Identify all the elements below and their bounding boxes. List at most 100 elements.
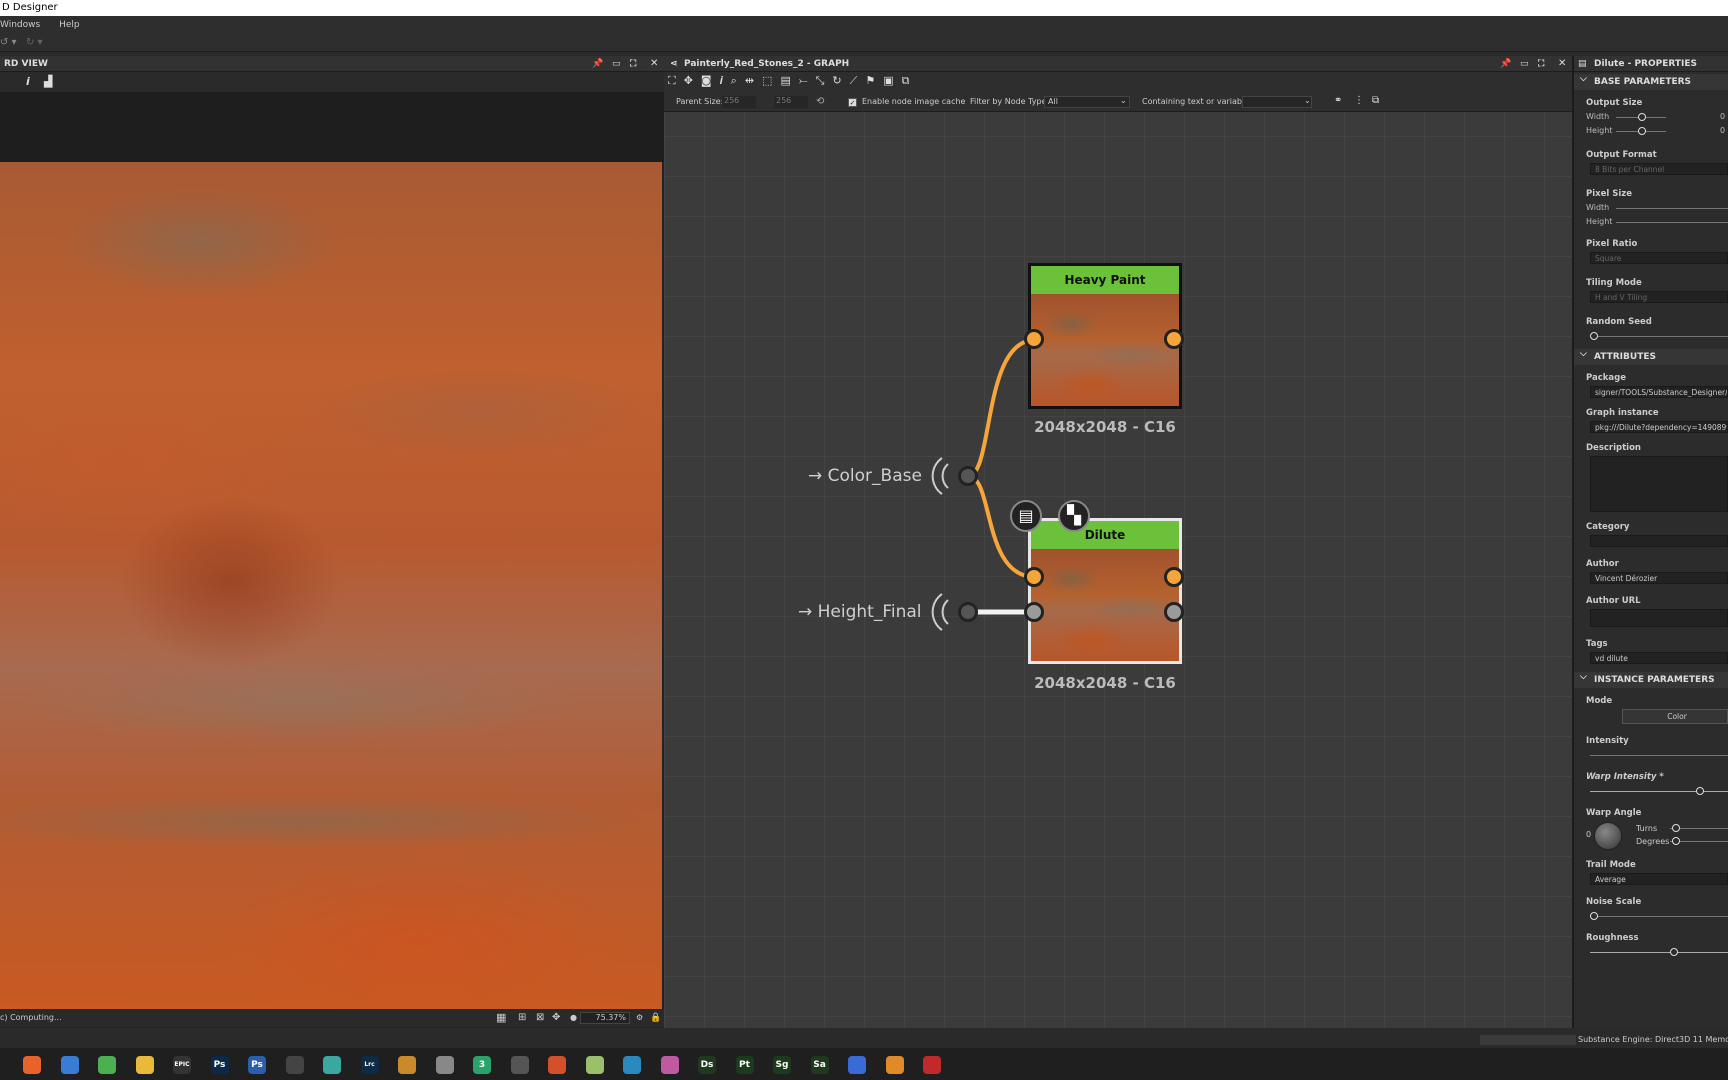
document-icon[interactable]: ▤: [1010, 500, 1042, 532]
substance-painter-icon[interactable]: Pt: [735, 1056, 754, 1074]
app6-icon[interactable]: [623, 1056, 641, 1074]
2d-view-title: RD VIEW: [4, 59, 48, 69]
random-seed-label: Random Seed: [1586, 317, 1652, 327]
restore-icon[interactable]: ▭: [612, 56, 621, 72]
davinci-icon[interactable]: [510, 1056, 529, 1074]
graph-restore-icon[interactable]: ▭: [1520, 56, 1529, 72]
parent-size-width[interactable]: 256: [722, 96, 756, 108]
app2-icon[interactable]: [398, 1056, 416, 1074]
obs-icon[interactable]: [285, 1056, 304, 1074]
random-seed-slider[interactable]: [1574, 331, 1728, 341]
warp-intensity-slider[interactable]: [1574, 786, 1728, 796]
cache-checkbox[interactable]: ✓: [848, 98, 857, 107]
pixel-ratio-select[interactable]: Square: [1590, 252, 1728, 264]
lightroom-icon[interactable]: Lrc: [360, 1056, 379, 1074]
height-slider-knob[interactable]: [1638, 127, 1646, 135]
fit-icon[interactable]: ⊠: [536, 1009, 544, 1027]
maximize-icon[interactable]: ⛶: [630, 56, 636, 72]
noise-scale-slider[interactable]: [1574, 911, 1728, 921]
description-field[interactable]: [1590, 456, 1728, 512]
menu-help[interactable]: Help: [59, 20, 80, 30]
photoshop-beta-icon[interactable]: Ps: [248, 1056, 266, 1074]
photoshop-icon[interactable]: Ps: [210, 1056, 229, 1074]
dilute-output-port-color[interactable]: [1164, 567, 1184, 587]
dilute-input-port-height[interactable]: [1024, 602, 1044, 622]
author-field[interactable]: Vincent Dérozier: [1590, 572, 1728, 584]
app3-icon[interactable]: [435, 1056, 454, 1074]
chrome-icon[interactable]: [98, 1056, 116, 1074]
heavy-paint-output-port[interactable]: [1164, 329, 1184, 349]
degrees-knob[interactable]: [1672, 837, 1680, 845]
output-format-select[interactable]: 8 Bits per Channel: [1590, 163, 1728, 175]
package-field[interactable]: signer/TOOLS/Substance_Designer/_S: [1590, 386, 1728, 398]
heavy-paint-input-port[interactable]: [1024, 329, 1044, 349]
dilute-output-port-height[interactable]: [1164, 602, 1184, 622]
browser-icon[interactable]: [60, 1056, 79, 1074]
frame-icon[interactable]: ⧉: [1372, 95, 1379, 106]
parent-size-height[interactable]: 256: [774, 96, 808, 108]
roughness-slider[interactable]: [1574, 947, 1728, 957]
layout-icon[interactable]: ⋮: [1354, 95, 1364, 106]
containing-input[interactable]: [1242, 96, 1312, 108]
substance-designer-icon[interactable]: Ds: [698, 1056, 716, 1074]
powerpoint-icon[interactable]: [548, 1056, 566, 1074]
warp-intensity-knob[interactable]: [1696, 787, 1704, 795]
pin-icon[interactable]: 📌: [592, 56, 603, 72]
menu-windows[interactable]: Windows: [0, 20, 40, 30]
app4-icon[interactable]: 3: [473, 1056, 491, 1074]
app-icon[interactable]: [323, 1056, 341, 1074]
app9-icon[interactable]: [885, 1056, 904, 1074]
output-size-label: Output Size: [1586, 98, 1643, 108]
checker-icon[interactable]: ▚: [1058, 500, 1090, 532]
substance-sampler-icon[interactable]: Sg: [773, 1056, 791, 1074]
zoom-level[interactable]: 75.37%: [580, 1012, 630, 1024]
input-port-color-base[interactable]: [958, 466, 978, 486]
dilute-input-port-color[interactable]: [1024, 567, 1044, 587]
app7-icon[interactable]: [660, 1056, 679, 1074]
texture-preview[interactable]: [0, 162, 662, 1009]
close-icon[interactable]: ✕: [650, 56, 658, 72]
tags-field[interactable]: vd dilute: [1590, 652, 1728, 664]
lock-icon[interactable]: 🔒: [650, 1009, 661, 1027]
node-heavy-paint[interactable]: Heavy Paint: [1028, 263, 1182, 409]
intensity-slider[interactable]: [1574, 750, 1728, 760]
graph-maximize-icon[interactable]: ⛶: [1538, 56, 1544, 72]
section-base-parameters[interactable]: BASE PARAMETERS: [1574, 71, 1728, 90]
app10-icon[interactable]: [923, 1056, 941, 1074]
filter-chevron-icon: ⌄: [1120, 96, 1127, 105]
firefox-icon[interactable]: [23, 1056, 41, 1074]
width-slider-knob[interactable]: [1638, 113, 1646, 121]
warp-angle-dial[interactable]: [1594, 822, 1622, 850]
section-attributes[interactable]: ATTRIBUTES: [1574, 346, 1728, 365]
tiling-icon[interactable]: ⊞: [518, 1009, 526, 1027]
undo-icon[interactable]: ↺ ▾: [0, 37, 17, 48]
turns-knob[interactable]: [1672, 824, 1680, 832]
zoom-settings-icon[interactable]: ⚙: [636, 1009, 643, 1027]
reset-icon[interactable]: ⟲: [816, 96, 824, 107]
epic-games-icon[interactable]: EPIC: [173, 1056, 191, 1074]
node-dilute[interactable]: Dilute: [1028, 518, 1182, 664]
graph-tool-icons[interactable]: ⛶✥◙𝒊⌕⇹⬚▤⤚⤡↻⟋⚑▣⧉: [668, 74, 988, 90]
graph-close-icon[interactable]: ✕: [1558, 56, 1566, 72]
graph-pin-icon[interactable]: 📌: [1500, 56, 1511, 72]
link-icon[interactable]: ⚭: [1334, 95, 1342, 106]
center-icon[interactable]: ✥: [552, 1009, 560, 1027]
redo-icon[interactable]: ↻ ▾: [26, 37, 43, 48]
input-port-height-final[interactable]: [958, 602, 978, 622]
histogram-icon[interactable]: ▟: [44, 75, 52, 88]
substance-stager-icon[interactable]: Sa: [810, 1056, 829, 1074]
section-instance-parameters[interactable]: INSTANCE PARAMETERS: [1574, 669, 1728, 688]
category-field[interactable]: [1590, 535, 1728, 547]
trail-mode-select[interactable]: Average: [1590, 873, 1728, 885]
tiling-mode-select[interactable]: H and V Tiling: [1590, 291, 1728, 303]
app8-icon[interactable]: [848, 1056, 866, 1074]
grid-icon[interactable]: ▦: [496, 1009, 506, 1027]
author-url-field[interactable]: [1590, 609, 1728, 627]
graph-instance-field[interactable]: pkg:///Dilute?dependency=14908998: [1590, 421, 1728, 433]
warp-intensity-label: Warp Intensity *: [1586, 772, 1664, 782]
folder-icon[interactable]: [135, 1056, 154, 1074]
app5-icon[interactable]: [585, 1056, 604, 1074]
mode-button[interactable]: Color: [1622, 709, 1728, 724]
filter-select[interactable]: All: [1044, 96, 1130, 108]
info-icon[interactable]: i: [26, 75, 30, 88]
